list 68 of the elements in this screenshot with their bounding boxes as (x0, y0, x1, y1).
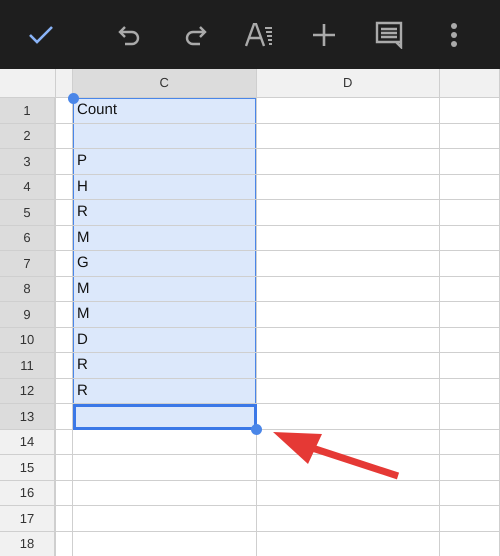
table-cell: G (73, 251, 256, 276)
row-header[interactable]: 9 (0, 302, 56, 328)
table-cell (56, 328, 73, 353)
table-cell (56, 226, 73, 251)
table-cell (440, 328, 500, 353)
table-cell (56, 124, 73, 149)
row-header[interactable]: 3 (0, 149, 56, 174)
table-cell (440, 480, 500, 506)
table-cell (56, 480, 73, 506)
table-cell (56, 200, 73, 226)
table-cell (440, 353, 500, 378)
row-header[interactable]: 1 (0, 98, 56, 124)
table-cell (56, 404, 73, 430)
column-header[interactable]: D (256, 69, 440, 98)
row-header[interactable]: 13 (0, 404, 56, 430)
corner-cell (0, 69, 56, 98)
table-cell (440, 506, 500, 532)
table-cell (440, 404, 500, 430)
table-cell (440, 378, 500, 404)
row-header[interactable]: 4 (0, 174, 56, 200)
table-cell (440, 149, 500, 174)
table-cell: P (73, 149, 256, 174)
table-cell (56, 276, 73, 302)
row-header[interactable]: 18 (0, 532, 56, 556)
table-cell (56, 378, 73, 404)
table-cell (440, 532, 500, 556)
column-header[interactable]: C (73, 69, 256, 98)
table-cell (440, 276, 500, 302)
table-cell (440, 455, 500, 480)
table-cell: R (73, 200, 256, 226)
row-header[interactable]: 12 (0, 378, 56, 404)
row-header[interactable]: 14 (0, 430, 56, 455)
row-header[interactable]: 5 (0, 200, 56, 226)
table-cell (440, 124, 500, 149)
table-cell: Count (73, 98, 256, 124)
table-cell: M (73, 302, 256, 328)
table-cell (56, 430, 73, 455)
table-cell (440, 98, 500, 124)
row-header[interactable]: 17 (0, 506, 56, 532)
row-header[interactable]: 2 (0, 124, 56, 149)
column-header[interactable] (56, 69, 73, 98)
table-cell: D (73, 328, 256, 353)
table-cell (56, 532, 73, 556)
table-cell (440, 226, 500, 251)
table-cell: R (73, 353, 256, 378)
table-cell (440, 251, 500, 276)
table-cell (440, 200, 500, 226)
row-header[interactable]: 16 (0, 480, 56, 506)
table-cell (56, 506, 73, 532)
table-cell (56, 174, 73, 200)
row-header[interactable]: 7 (0, 251, 56, 276)
row-header[interactable]: 8 (0, 276, 56, 302)
row-header[interactable]: 10 (0, 328, 56, 353)
table-cell (440, 174, 500, 200)
table-cell (56, 353, 73, 378)
table-cell: R (73, 378, 256, 404)
row-header[interactable]: 11 (0, 353, 56, 378)
table-cell: M (73, 226, 256, 251)
table-cell (56, 149, 73, 174)
table-cell (56, 251, 73, 276)
row-header[interactable]: 15 (0, 455, 56, 480)
table-cell (440, 430, 500, 455)
table-cell: H (73, 174, 256, 200)
table-cell (56, 302, 73, 328)
table-cell (56, 455, 73, 480)
table-cell: M (73, 276, 256, 302)
row-header[interactable]: 6 (0, 226, 56, 251)
table-cell (440, 302, 500, 328)
